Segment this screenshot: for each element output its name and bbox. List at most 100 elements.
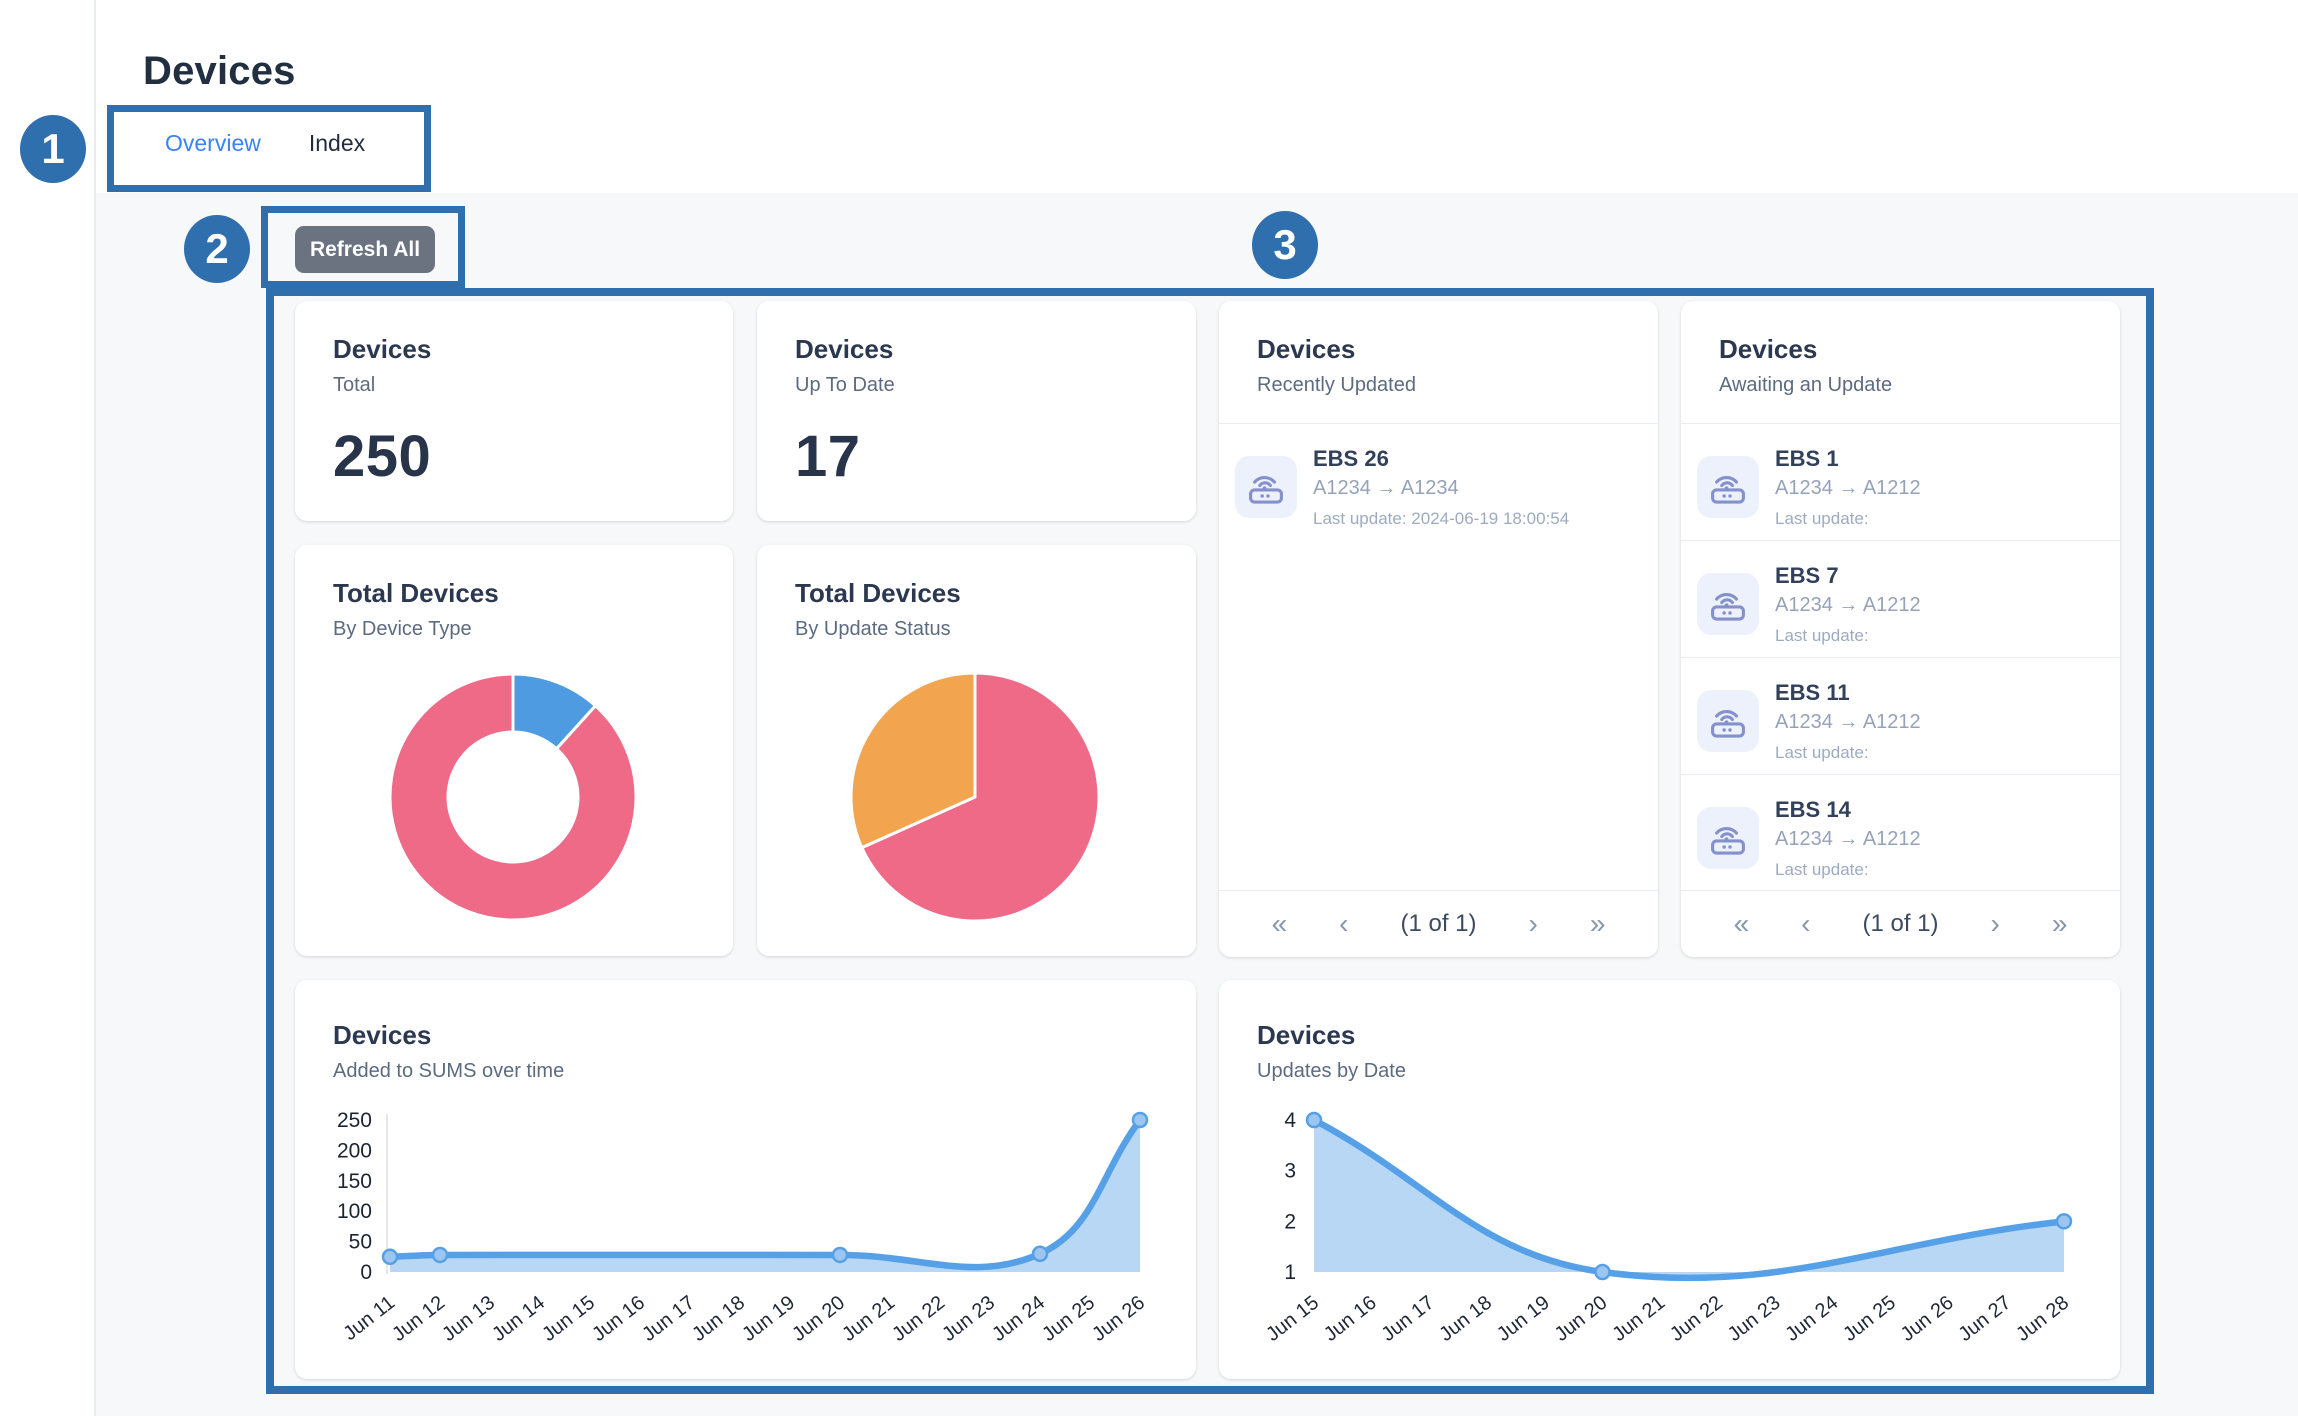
card-title: Devices — [333, 334, 703, 365]
router-icon — [1697, 456, 1759, 518]
router-icon — [1235, 456, 1297, 518]
svg-text:Jun 21: Jun 21 — [1608, 1292, 1669, 1346]
svg-text:Jun 14: Jun 14 — [488, 1292, 549, 1346]
card-by-update-status: Total Devices By Update Status — [757, 545, 1196, 956]
device-name: EBS 26 — [1313, 446, 1634, 472]
device-version-transition: A1234 → A1212 — [1775, 594, 2096, 617]
svg-text:Jun 19: Jun 19 — [1493, 1292, 1554, 1346]
pagination: « ‹ (1 of 1) › » — [1219, 890, 1658, 957]
svg-text:Jun 23: Jun 23 — [938, 1292, 999, 1346]
router-icon — [1697, 807, 1759, 869]
svg-text:Jun 13: Jun 13 — [438, 1292, 499, 1346]
svg-text:Jun 21: Jun 21 — [838, 1292, 899, 1346]
svg-text:250: 250 — [337, 1109, 372, 1132]
svg-text:Jun 19: Jun 19 — [738, 1292, 799, 1346]
card-subtitle: Up To Date — [795, 374, 1166, 397]
card-subtitle: Awaiting an Update — [1719, 374, 2090, 397]
svg-text:Jun 22: Jun 22 — [1666, 1292, 1727, 1346]
svg-text:Jun 25: Jun 25 — [1038, 1292, 1099, 1346]
card-recently-updated: Devices Recently Updated EBS 26 A1234 → … — [1219, 301, 1658, 957]
list-item[interactable]: EBS 11 A1234 → A1212 Last update: — [1681, 658, 2120, 775]
device-last-update: Last update: — [1775, 626, 2096, 646]
svg-text:Jun 20: Jun 20 — [788, 1292, 849, 1346]
page-indicator: (1 of 1) — [1862, 910, 1938, 938]
prev-page-button[interactable]: ‹ — [1801, 910, 1810, 938]
svg-text:Jun 24: Jun 24 — [988, 1292, 1049, 1346]
device-version-transition: A1234 → A1212 — [1775, 477, 2096, 500]
svg-text:Jun 26: Jun 26 — [1897, 1292, 1958, 1346]
list-item[interactable]: EBS 1 A1234 → A1212 Last update: — [1681, 424, 2120, 541]
sidebar-strip — [0, 0, 96, 1416]
list-item[interactable]: EBS 7 A1234 → A1212 Last update: — [1681, 541, 2120, 658]
svg-text:Jun 24: Jun 24 — [1781, 1292, 1842, 1346]
svg-text:0: 0 — [360, 1261, 372, 1284]
next-page-button[interactable]: › — [1529, 910, 1538, 938]
first-page-button[interactable]: « — [1272, 910, 1288, 938]
svg-text:100: 100 — [337, 1200, 372, 1223]
card-devices-up-to-date: Devices Up To Date 17 — [757, 301, 1196, 521]
svg-text:200: 200 — [337, 1139, 372, 1162]
card-subtitle: Recently Updated — [1257, 374, 1628, 397]
device-name: EBS 14 — [1775, 797, 2096, 823]
next-page-button[interactable]: › — [1991, 910, 2000, 938]
card-by-device-type: Total Devices By Device Type — [295, 545, 733, 956]
list-item[interactable]: EBS 26 A1234 → A1234 Last update: 2024-0… — [1219, 424, 1658, 541]
last-page-button[interactable]: » — [1590, 910, 1606, 938]
device-version-transition: A1234 → A1212 — [1775, 828, 2096, 851]
added-over-time-area-chart: 250200150100500Jun 11Jun 12Jun 13Jun 14J… — [295, 980, 1196, 1379]
tab-overview[interactable]: Overview — [165, 130, 261, 157]
svg-text:Jun 18: Jun 18 — [688, 1292, 749, 1346]
card-title: Devices — [795, 334, 1166, 365]
svg-text:50: 50 — [349, 1231, 372, 1254]
last-page-button[interactable]: » — [2052, 910, 2068, 938]
device-last-update: Last update: — [1775, 860, 2096, 880]
svg-text:Jun 12: Jun 12 — [388, 1292, 449, 1346]
card-added-over-time: Devices Added to SUMS over time 25020015… — [295, 980, 1196, 1379]
card-subtitle: By Update Status — [795, 618, 1166, 641]
svg-text:Jun 25: Jun 25 — [1839, 1292, 1900, 1346]
tabbar: Overview Index — [165, 130, 365, 157]
svg-text:Jun 23: Jun 23 — [1724, 1292, 1785, 1346]
card-title: Devices — [1257, 334, 1628, 365]
card-subtitle: By Device Type — [333, 618, 703, 641]
page-title: Devices — [143, 49, 296, 94]
svg-text:2: 2 — [1284, 1210, 1296, 1233]
device-name: EBS 7 — [1775, 563, 2096, 589]
device-last-update: Last update: 2024-06-19 18:00:54 — [1313, 509, 1634, 529]
card-awaiting-update: Devices Awaiting an Update EBS 1 A1234 →… — [1681, 301, 2120, 957]
svg-text:Jun 18: Jun 18 — [1435, 1292, 1496, 1346]
device-type-donut-chart — [363, 647, 663, 947]
updates-by-date-area-chart: 4321Jun 15Jun 16Jun 17Jun 18Jun 19Jun 20… — [1219, 980, 2120, 1379]
awaiting-device-list: EBS 1 A1234 → A1212 Last update: EBS 7 A… — [1681, 423, 2120, 891]
svg-text:3: 3 — [1284, 1160, 1296, 1183]
card-title: Devices — [1719, 334, 2090, 365]
svg-text:Jun 11: Jun 11 — [339, 1292, 399, 1345]
card-subtitle: Total — [333, 374, 703, 397]
list-item[interactable]: EBS 14 A1234 → A1212 Last update: — [1681, 775, 2120, 891]
svg-text:4: 4 — [1284, 1109, 1296, 1132]
device-last-update: Last update: — [1775, 743, 2096, 763]
device-name: EBS 1 — [1775, 446, 2096, 472]
tab-index[interactable]: Index — [309, 130, 365, 157]
svg-text:Jun 28: Jun 28 — [2012, 1292, 2073, 1346]
device-name: EBS 11 — [1775, 680, 2096, 706]
svg-text:Jun 17: Jun 17 — [1378, 1292, 1439, 1346]
svg-text:Jun 27: Jun 27 — [1955, 1292, 2016, 1346]
recent-device-list: EBS 26 A1234 → A1234 Last update: 2024-0… — [1219, 423, 1658, 891]
svg-text:Jun 20: Jun 20 — [1551, 1292, 1612, 1346]
card-title: Total Devices — [333, 578, 703, 609]
prev-page-button[interactable]: ‹ — [1339, 910, 1348, 938]
first-page-button[interactable]: « — [1734, 910, 1750, 938]
svg-text:Jun 15: Jun 15 — [538, 1292, 599, 1346]
device-last-update: Last update: — [1775, 509, 2096, 529]
svg-text:Jun 16: Jun 16 — [588, 1292, 649, 1346]
pagination: « ‹ (1 of 1) › » — [1681, 890, 2120, 957]
refresh-all-button[interactable]: Refresh All — [295, 226, 435, 273]
stat-value-up-to-date: 17 — [795, 423, 861, 490]
card-updates-by-date: Devices Updates by Date 4321Jun 15Jun 16… — [1219, 980, 2120, 1379]
update-status-pie-chart — [825, 647, 1125, 947]
device-version-transition: A1234 → A1234 — [1313, 477, 1634, 500]
svg-text:Jun 22: Jun 22 — [888, 1292, 949, 1346]
router-icon — [1697, 573, 1759, 635]
stat-value-total: 250 — [333, 423, 431, 490]
